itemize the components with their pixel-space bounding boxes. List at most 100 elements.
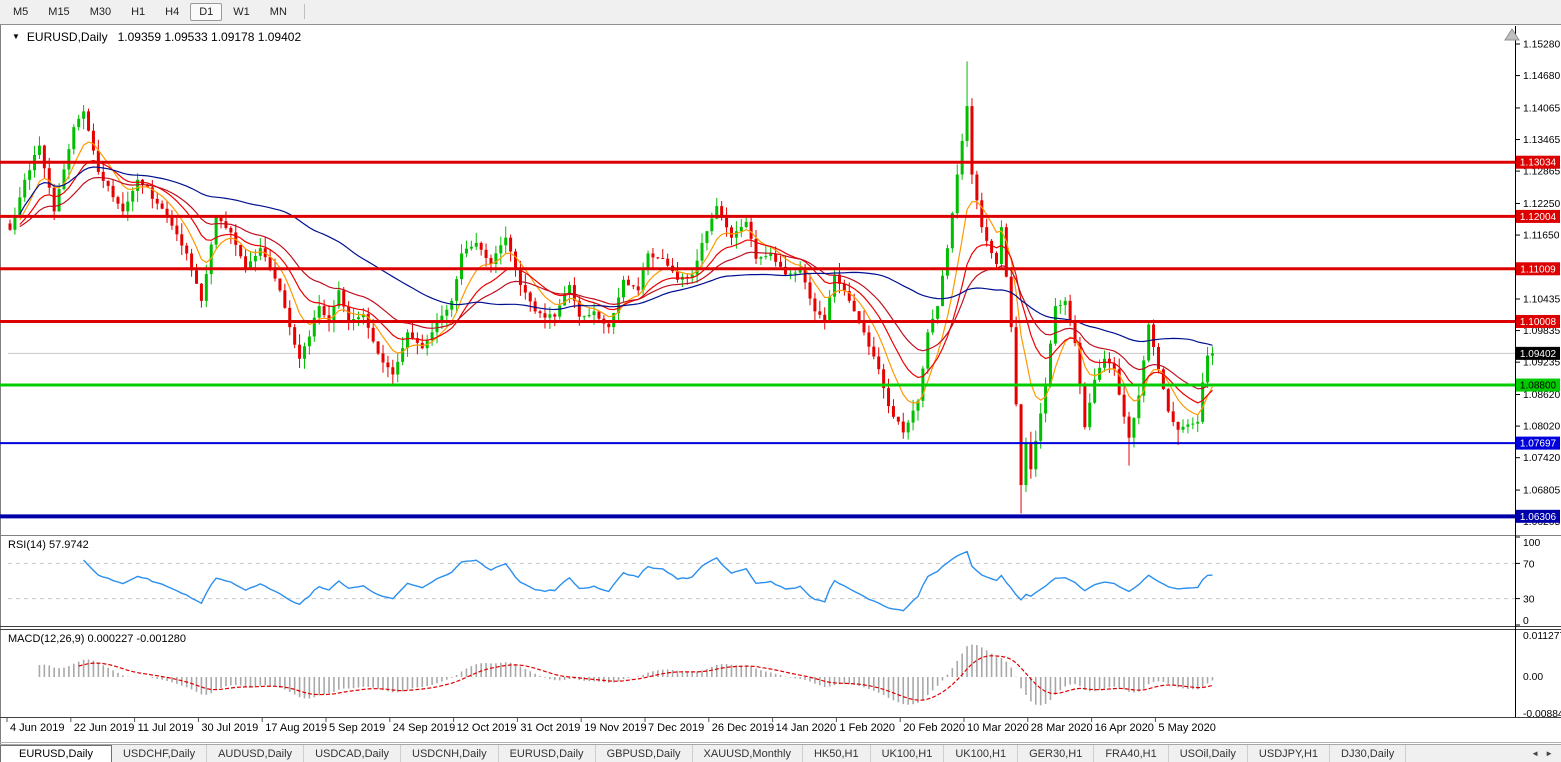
candle-body (53, 188, 56, 212)
tab-usdchf-daily[interactable]: USDCHF,Daily (112, 745, 207, 762)
price-tag-label: 1.10008 (1520, 317, 1557, 328)
tab-usdjpy-h1[interactable]: USDJPY,H1 (1248, 745, 1330, 762)
candle-body (298, 345, 301, 359)
price-tick-label: 1.14065 (1523, 103, 1560, 114)
candle-body (813, 299, 816, 312)
candle-body (23, 180, 26, 198)
candle-body (1147, 325, 1150, 361)
candle-body (534, 301, 537, 311)
chart-window[interactable]: 1.152801.146801.140651.134651.128651.122… (0, 24, 1561, 744)
date-label: 1 Feb 2020 (839, 722, 895, 734)
price-tag-label: 1.06306 (1520, 512, 1557, 523)
candle-body (735, 231, 738, 237)
candle-body (382, 353, 385, 362)
candle-body (465, 249, 468, 254)
candle-body (514, 252, 517, 270)
chart-canvas[interactable]: 1.152801.146801.140651.134651.128651.122… (0, 24, 1561, 744)
candle-body (524, 285, 527, 292)
candle-body (62, 169, 65, 189)
candle-body (985, 227, 988, 241)
candle-body (391, 367, 394, 374)
candle-body (853, 301, 856, 311)
candle-body (828, 297, 831, 322)
tab-uk100-h1[interactable]: UK100,H1 (871, 745, 945, 762)
tabs-scroll-left-icon[interactable]: ◄ (1531, 749, 1539, 758)
timeframe-button-m5[interactable]: M5 (4, 3, 37, 21)
tab-usdcad-daily[interactable]: USDCAD,Daily (304, 745, 401, 762)
timeframe-button-h1[interactable]: H1 (122, 3, 154, 21)
candle-body (1182, 427, 1185, 430)
candle-body (1044, 385, 1047, 413)
date-label: 12 Oct 2019 (457, 722, 517, 734)
tab-eurusd-daily[interactable]: EURUSD,Daily (499, 745, 596, 762)
candle-body (357, 317, 360, 319)
candle-body (710, 219, 713, 232)
tab-usoil-daily[interactable]: USOil,Daily (1169, 745, 1248, 762)
candle-body (77, 119, 80, 127)
candle-body (126, 202, 129, 212)
candle-body (809, 282, 812, 298)
tab-uk100-h1[interactable]: UK100,H1 (944, 745, 1018, 762)
candle-body (553, 314, 556, 316)
tab-xauusd-monthly[interactable]: XAUUSD,Monthly (693, 745, 803, 762)
candle-body (450, 301, 453, 310)
candle-body (156, 199, 159, 204)
date-label: 10 Mar 2020 (967, 722, 1029, 734)
candle-body (1010, 277, 1013, 327)
price-tick-label: 1.11650 (1523, 231, 1560, 242)
candle-body (1064, 301, 1067, 305)
candle-body (480, 243, 483, 250)
candle-body (637, 286, 640, 290)
timeframe-button-w1[interactable]: W1 (224, 3, 259, 21)
price-tick-label: 1.08020 (1523, 422, 1560, 433)
candle-body (372, 328, 375, 342)
price-tick-label: 1.15280 (1523, 40, 1560, 51)
tab-fra40-h1[interactable]: FRA40,H1 (1094, 745, 1168, 762)
candle-body (229, 228, 232, 232)
candle-body (386, 362, 389, 367)
candle-body (872, 347, 875, 357)
candle-body (902, 422, 905, 433)
candle-body (607, 324, 610, 328)
rsi-axis-label: 30 (1523, 595, 1535, 606)
date-label: 7 Dec 2019 (648, 722, 704, 734)
timeframe-button-d1[interactable]: D1 (190, 3, 222, 21)
candle-body (308, 337, 311, 347)
candle-body (627, 280, 630, 286)
tab-usdcnh-daily[interactable]: USDCNH,Daily (401, 745, 499, 762)
candle-body (288, 308, 291, 327)
candle-body (543, 313, 546, 317)
candle-body (563, 294, 566, 305)
timeframe-button-m15[interactable]: M15 (39, 3, 78, 21)
candle-body (509, 238, 512, 252)
candle-body (323, 306, 326, 315)
candle-body (1029, 443, 1032, 469)
candle-body (278, 279, 281, 291)
tab-ger30-h1[interactable]: GER30,H1 (1018, 745, 1094, 762)
candle-body (499, 245, 502, 253)
tabs-scroll-right-icon[interactable]: ► (1545, 749, 1553, 758)
candle-body (180, 234, 183, 245)
candle-body (347, 307, 350, 322)
candle-body (460, 253, 463, 279)
candle-body (1093, 380, 1096, 403)
tab-dj30-daily[interactable]: DJ30,Daily (1330, 745, 1406, 762)
candle-body (877, 356, 880, 369)
date-label: 30 Jul 2019 (201, 722, 258, 734)
chart-symbol: EURUSD,Daily (27, 30, 108, 44)
candle-body (1211, 353, 1214, 355)
candle-body (406, 332, 409, 348)
candle-body (990, 241, 993, 253)
candle-body (455, 279, 458, 301)
tab-gbpusd-daily[interactable]: GBPUSD,Daily (596, 745, 693, 762)
timeframe-button-m30[interactable]: M30 (81, 3, 120, 21)
candle-body (1054, 306, 1057, 343)
date-label: 19 Nov 2019 (584, 722, 646, 734)
tab-audusd-daily[interactable]: AUDUSD,Daily (207, 745, 304, 762)
timeframe-button-h4[interactable]: H4 (156, 3, 188, 21)
candle-body (1083, 385, 1086, 427)
tab-hk50-h1[interactable]: HK50,H1 (803, 745, 871, 762)
tab-eurusd-daily[interactable]: EURUSD,Daily (0, 745, 112, 762)
toolbar-separator (304, 4, 305, 19)
timeframe-button-mn[interactable]: MN (261, 3, 296, 21)
